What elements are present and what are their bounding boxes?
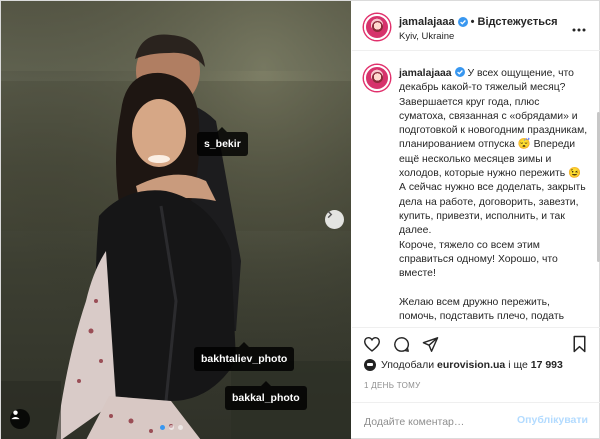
likes-count[interactable]: 17 993 <box>531 359 563 371</box>
comment-button[interactable] <box>391 334 411 354</box>
avatar[interactable] <box>364 65 390 91</box>
likes-prefix: Уподобали <box>381 359 435 371</box>
save-button[interactable] <box>569 334 589 354</box>
separator-dot: • <box>470 16 475 28</box>
action-bar <box>352 327 600 359</box>
add-comment-form: Опублікувати <box>352 402 600 439</box>
likes-middle: і ще <box>508 359 528 371</box>
share-button[interactable] <box>420 334 440 354</box>
instagram-post: s_bekir bakhtaliev_photo bakkal_photo ja… <box>0 0 600 439</box>
post-timestamp[interactable]: 1 ДЕНЬ ТОМУ <box>364 381 420 390</box>
carousel-dot <box>160 425 165 430</box>
location-link[interactable]: Kyiv, Ukraine <box>399 31 454 42</box>
user-icon <box>11 410 20 420</box>
likes-summary: Уподобали eurovision.ua і ще 17 993 <box>364 359 563 371</box>
carousel-indicator <box>160 425 183 430</box>
header-user-line: jamalajaaa • Відстежується <box>399 16 558 28</box>
likes-text: Уподобали eurovision.ua і ще 17 993 <box>381 359 563 371</box>
caption-username[interactable]: jamalajaaa <box>399 68 452 79</box>
bookmark-icon <box>573 335 585 353</box>
comment-icon <box>393 336 409 352</box>
caption-text: У всех ощущение, что декабрь какой-то тя… <box>399 68 588 323</box>
carousel-dot <box>178 425 183 430</box>
post-sidebar: jamalajaaa • Відстежується Kyiv, Ukraine… <box>352 1 600 439</box>
more-dots-icon <box>572 28 586 32</box>
photo-tag[interactable]: bakkal_photo <box>225 381 307 410</box>
following-button[interactable]: Відстежується <box>478 16 558 28</box>
publish-comment-button[interactable]: Опублікувати <box>517 414 588 426</box>
photo-tag[interactable]: bakhtaliev_photo <box>194 342 295 371</box>
liker-avatar[interactable] <box>364 359 376 371</box>
chevron-right-icon <box>327 210 333 219</box>
post-caption: jamalajaaa У всех ощущение, что декабрь … <box>399 67 589 324</box>
like-button[interactable] <box>362 334 382 354</box>
comments-section[interactable]: jamalajaaa У всех ощущение, что декабрь … <box>352 52 600 327</box>
carousel-dot <box>169 425 174 430</box>
heart-icon <box>363 336 381 352</box>
carousel-next-button[interactable] <box>325 210 344 229</box>
verified-badge-icon <box>454 67 465 77</box>
share-icon <box>422 336 438 352</box>
verified-badge-icon <box>457 17 468 27</box>
tagged-users-button[interactable] <box>10 409 30 429</box>
post-photo[interactable]: s_bekir bakhtaliev_photo bakkal_photo <box>1 1 351 439</box>
liker-username[interactable]: eurovision.ua <box>437 359 505 371</box>
username-link[interactable]: jamalajaaa <box>399 16 455 28</box>
photo-tag[interactable]: s_bekir <box>197 127 248 156</box>
post-header: jamalajaaa • Відстежується Kyiv, Ukraine <box>352 1 600 51</box>
photo-illustration <box>1 1 351 439</box>
more-options-button[interactable] <box>572 19 586 35</box>
avatar[interactable] <box>364 14 390 40</box>
comment-input[interactable] <box>364 413 514 431</box>
